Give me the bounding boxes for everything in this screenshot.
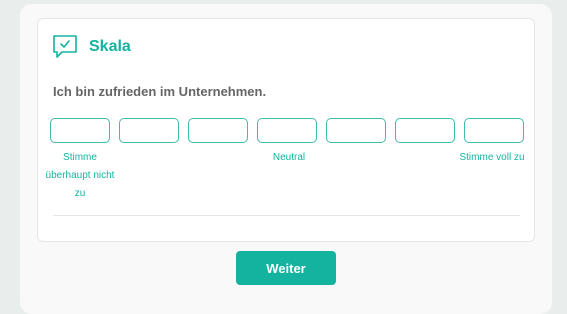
question-card: Skala Ich bin zufrieden im Unternehmen. … bbox=[37, 18, 535, 242]
scale-option-7[interactable] bbox=[464, 118, 524, 143]
card-header: Skala bbox=[52, 34, 131, 60]
scale-option-4[interactable] bbox=[257, 118, 317, 143]
chat-check-icon bbox=[52, 34, 78, 60]
rating-scale bbox=[50, 118, 524, 143]
scale-option-3[interactable] bbox=[188, 118, 248, 143]
scale-option-1[interactable] bbox=[50, 118, 110, 143]
scale-option-6[interactable] bbox=[395, 118, 455, 143]
question-text: Ich bin zufrieden im Unternehmen. bbox=[53, 84, 267, 99]
scale-label-right: Stimme voll zu bbox=[459, 152, 525, 163]
scale-option-5[interactable] bbox=[326, 118, 386, 143]
divider bbox=[53, 215, 520, 216]
scale-label-left: Stimme überhaupt nicht zu bbox=[45, 152, 115, 199]
card-title: Skala bbox=[89, 38, 131, 55]
scale-option-2[interactable] bbox=[119, 118, 179, 143]
scale-label-middle: Neutral bbox=[272, 152, 306, 163]
page-container: Skala Ich bin zufrieden im Unternehmen. … bbox=[20, 4, 552, 314]
next-button[interactable]: Weiter bbox=[236, 251, 336, 285]
